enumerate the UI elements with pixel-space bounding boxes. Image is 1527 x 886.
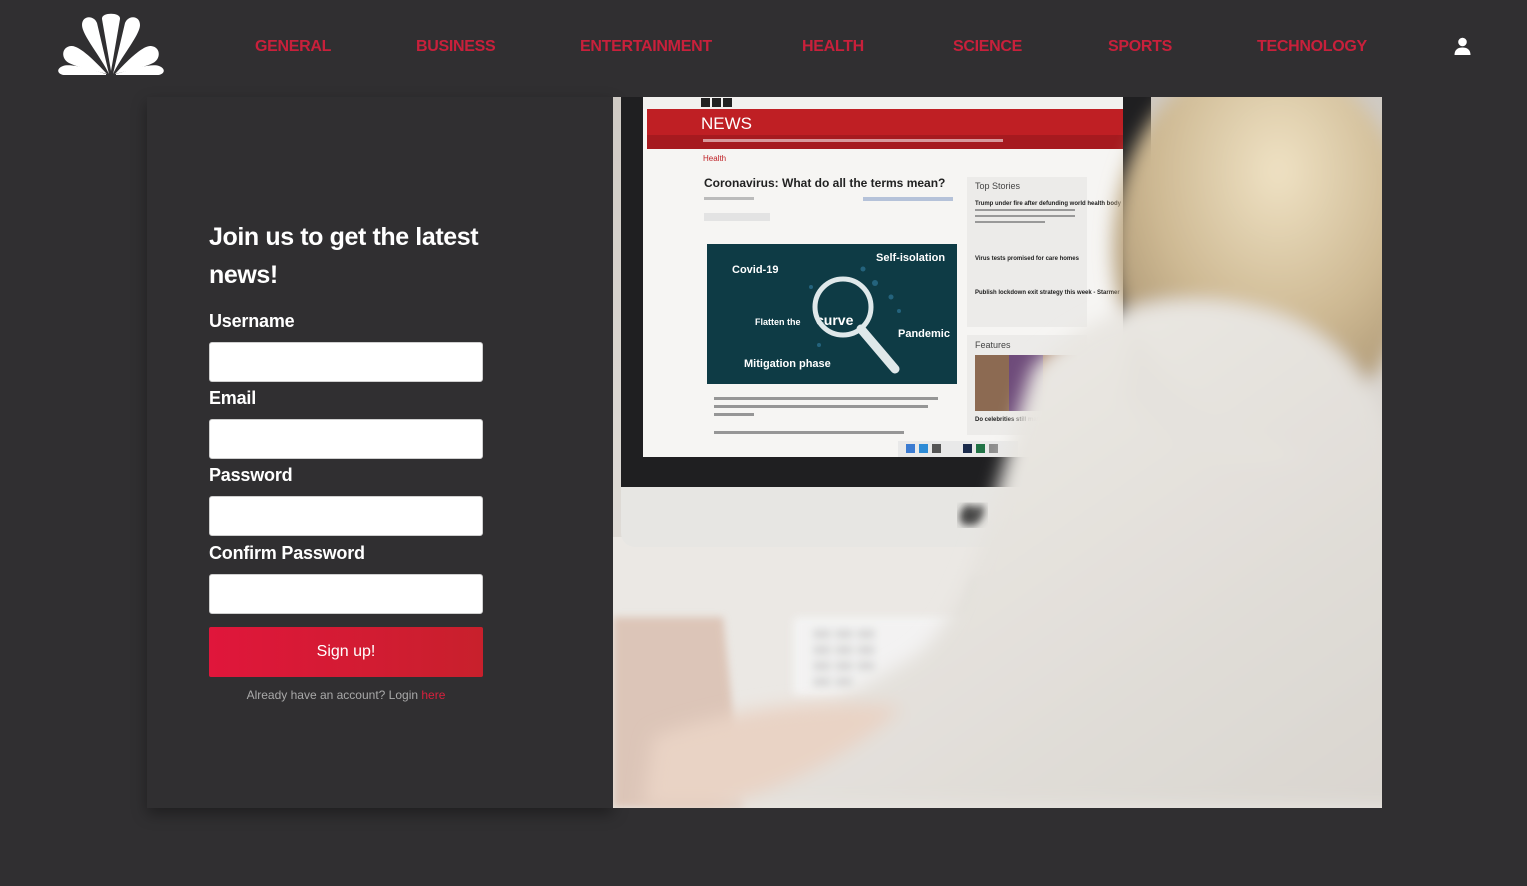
nav-link-science[interactable]: SCIENCE xyxy=(953,38,1022,56)
screen-term-mitigation: Mitigation phase xyxy=(744,358,831,370)
screen-features-title: Features xyxy=(975,340,1011,350)
hero-photo: NEWS Health Coronavirus: What do all the… xyxy=(613,97,1382,808)
email-label: Email xyxy=(209,388,257,408)
confirm-password-input[interactable] xyxy=(209,574,483,614)
password-input[interactable] xyxy=(209,496,483,536)
screen-term-pandemic: Pandemic xyxy=(898,328,950,340)
nav-link-business[interactable]: BUSINESS xyxy=(416,38,496,56)
screen-section: Health xyxy=(703,154,726,163)
login-link[interactable]: here xyxy=(421,688,445,702)
nav-link-health[interactable]: HEALTH xyxy=(802,38,864,56)
signup-form-panel: Join us to get the latest news! Username… xyxy=(147,97,613,808)
screen-story-1: Trump under fire after defunding world h… xyxy=(975,201,1122,207)
screen-story-2: Virus tests promised for care homes xyxy=(975,256,1080,262)
confirm-password-label: Confirm Password xyxy=(209,543,365,563)
screen-story-3: Publish lockdown exit strategy this week… xyxy=(975,290,1120,296)
username-input[interactable] xyxy=(209,342,483,382)
login-prompt-text: Already have an account? Login xyxy=(246,688,422,702)
screen-site-name: NEWS xyxy=(701,114,752,133)
nav-link-entertainment[interactable]: ENTERTAINMENT xyxy=(580,38,712,56)
screen-term-isolation: Self-isolation xyxy=(876,252,945,264)
signup-button[interactable]: Sign up! xyxy=(209,627,483,677)
login-prompt: Already have an account? Login here xyxy=(209,688,483,702)
screen-sidebar-title: Top Stories xyxy=(975,181,1021,191)
nav-link-general[interactable]: GENERAL xyxy=(255,38,331,56)
signup-heading: Join us to get the latest news! xyxy=(209,223,479,289)
username-label: Username xyxy=(209,311,295,331)
password-label: Password xyxy=(209,465,293,485)
top-navbar: GENERAL BUSINESS ENTERTAINMENT HEALTH SC… xyxy=(0,0,1527,97)
user-icon[interactable] xyxy=(1453,37,1472,56)
nav-link-technology[interactable]: TECHNOLOGY xyxy=(1257,38,1367,56)
screen-term-covid: Covid-19 xyxy=(732,264,778,276)
nav-link-sports[interactable]: SPORTS xyxy=(1108,38,1172,56)
email-input[interactable] xyxy=(209,419,483,459)
peacock-logo-icon[interactable] xyxy=(57,13,165,75)
screen-headline: Coronavirus: What do all the terms mean? xyxy=(704,176,945,190)
screen-term-flatten: Flatten the xyxy=(755,317,801,327)
